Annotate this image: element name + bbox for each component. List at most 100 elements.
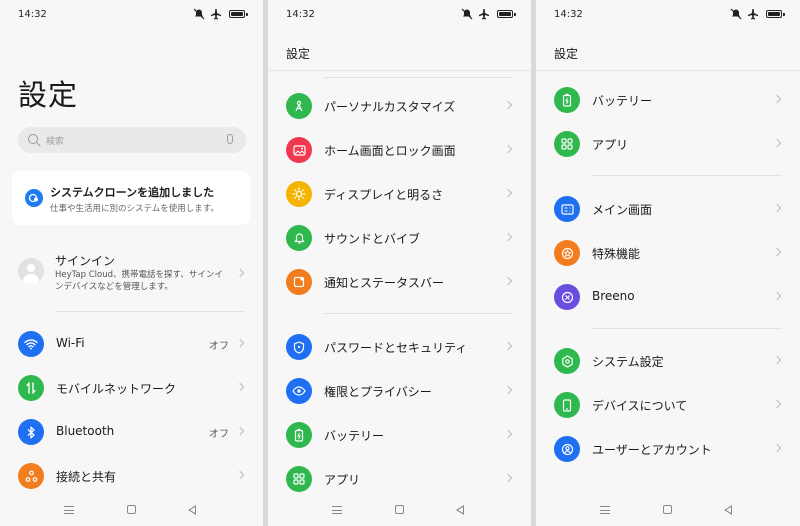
- item-label: 通知とステータスバー: [324, 276, 445, 290]
- settings-item-wifi[interactable]: Wi-Fi オフ: [0, 322, 263, 366]
- back-nav-icon[interactable]: [724, 505, 732, 515]
- system-clone-icon: [25, 189, 43, 207]
- settings-item-apps[interactable]: アプリ: [268, 457, 531, 501]
- chevron-right-icon: [774, 137, 782, 149]
- do-not-disturb-icon: [461, 8, 473, 20]
- item-value: オフ: [209, 341, 229, 352]
- status-time: 14:32: [286, 9, 315, 20]
- menu-nav-icon[interactable]: [64, 506, 74, 514]
- settings-item-battery[interactable]: バッテリー: [536, 78, 800, 122]
- item-label: メイン画面: [592, 203, 653, 217]
- header-divider: [536, 70, 800, 71]
- do-not-disturb-icon: [193, 8, 205, 20]
- status-bar: 14:32: [554, 8, 785, 24]
- settings-item-password-security[interactable]: パスワードとセキュリティ: [268, 325, 531, 369]
- item-label: アプリ: [592, 138, 629, 152]
- user-icon: [554, 436, 580, 462]
- back-nav-icon[interactable]: [456, 505, 464, 515]
- page-header: 設定: [554, 47, 579, 61]
- brightness-icon: [286, 181, 312, 207]
- navigation-bar: [536, 496, 800, 526]
- chevron-right-icon: [774, 442, 782, 454]
- settings-item-main-screen[interactable]: メイン画面: [536, 187, 800, 231]
- divider: [56, 311, 245, 312]
- signin-subtitle: HeyTap Cloud、携帯電話を探す、サインインデバイスなどを管理します。: [55, 270, 223, 292]
- chevron-right-icon: [774, 398, 782, 410]
- settings-item-notification-statusbar[interactable]: 通知とステータスバー: [268, 260, 531, 304]
- settings-item-bluetooth[interactable]: Bluetooth オフ: [0, 410, 263, 454]
- chevron-right-icon: [774, 202, 782, 214]
- wallpaper-icon: [286, 137, 312, 163]
- navigation-bar: [0, 496, 263, 526]
- settings-item-mobile-network[interactable]: モバイルネットワーク: [0, 366, 263, 410]
- bluetooth-icon: [18, 419, 44, 445]
- microphone-icon[interactable]: [227, 134, 233, 144]
- item-label: システム設定: [592, 355, 664, 369]
- settings-item-about-device[interactable]: デバイスについて: [536, 383, 800, 427]
- home-nav-icon[interactable]: [127, 505, 136, 514]
- signin-row[interactable]: サインイン HeyTap Cloud、携帯電話を探す、サインインデバイスなどを管…: [0, 247, 263, 297]
- airplane-mode-icon: [747, 8, 759, 20]
- home-nav-icon[interactable]: [663, 505, 672, 514]
- item-label: モバイルネットワーク: [56, 382, 177, 396]
- item-label: 特殊機能: [592, 247, 641, 261]
- battery-status-icon: [497, 10, 516, 18]
- main-screen-icon: [554, 196, 580, 222]
- chevron-right-icon: [774, 246, 782, 258]
- chevron-right-icon: [774, 93, 782, 105]
- menu-nav-icon[interactable]: [332, 506, 342, 514]
- item-label: パーソナルカスタマイズ: [324, 100, 456, 114]
- item-label: 権限とプライバシー: [324, 385, 432, 399]
- search-input[interactable]: 検索: [18, 127, 246, 153]
- chevron-right-icon: [505, 231, 513, 243]
- home-nav-icon[interactable]: [395, 505, 404, 514]
- item-label: Wi-Fi: [56, 336, 85, 350]
- chevron-right-icon: [505, 340, 513, 352]
- chevron-right-icon: [505, 472, 513, 484]
- settings-item-breeno[interactable]: Breeno: [536, 275, 800, 319]
- header-divider: [268, 70, 531, 71]
- chevron-right-icon: [237, 337, 245, 349]
- special-features-icon: [554, 240, 580, 266]
- settings-item-display-brightness[interactable]: ディスプレイと明るさ: [268, 172, 531, 216]
- share-icon: [18, 463, 44, 489]
- mobile-network-icon: [18, 375, 44, 401]
- search-placeholder: 検索: [46, 137, 65, 147]
- notification-icon: [286, 269, 312, 295]
- status-bar: 14:32: [286, 8, 516, 24]
- back-nav-icon[interactable]: [188, 505, 196, 515]
- divider: [324, 77, 513, 78]
- card-subtitle: 仕事や生活用に別のシステムを使用します。: [50, 204, 219, 214]
- status-time: 14:32: [554, 9, 583, 20]
- search-icon: [28, 134, 38, 144]
- settings-item-connection-sharing[interactable]: 接続と共有: [0, 454, 263, 498]
- divider: [324, 313, 513, 314]
- breeno-icon: [554, 284, 580, 310]
- item-label: バッテリー: [592, 94, 653, 108]
- item-label: アプリ: [324, 473, 361, 487]
- settings-item-home-lock-screen[interactable]: ホーム画面とロック画面: [268, 128, 531, 172]
- bell-icon: [286, 225, 312, 251]
- chevron-right-icon: [237, 267, 245, 279]
- settings-item-personal-customize[interactable]: パーソナルカスタマイズ: [268, 84, 531, 128]
- settings-item-system-settings[interactable]: システム設定: [536, 339, 800, 383]
- settings-item-battery[interactable]: バッテリー: [268, 413, 531, 457]
- item-label: 接続と共有: [56, 470, 117, 484]
- settings-item-permission-privacy[interactable]: 権限とプライバシー: [268, 369, 531, 413]
- item-label: Breeno: [592, 289, 635, 303]
- settings-item-apps[interactable]: アプリ: [536, 122, 800, 166]
- divider: [592, 328, 782, 329]
- system-clone-card[interactable]: システムクローンを追加しました 仕事や生活用に別のシステムを使用します。: [12, 171, 250, 225]
- item-label: ユーザーとアカウント: [592, 443, 712, 457]
- chevron-right-icon: [505, 143, 513, 155]
- card-title: システムクローンを追加しました: [50, 186, 215, 199]
- page-title: 設定: [18, 78, 79, 112]
- settings-item-users-accounts[interactable]: ユーザーとアカウント: [536, 427, 800, 471]
- settings-list-panel: 14:32 設定 パーソナルカスタマイズ ホーム画面とロック画面 ディスプレイと…: [268, 0, 531, 526]
- battery-status-icon: [229, 10, 248, 18]
- chevron-right-icon: [505, 384, 513, 396]
- settings-main-panel: 14:32 設定 検索 システムクローンを追加しました 仕事や生活用に別のシステ…: [0, 0, 263, 526]
- settings-item-sound-vibration[interactable]: サウンドとバイブ: [268, 216, 531, 260]
- menu-nav-icon[interactable]: [600, 506, 610, 514]
- settings-item-special-features[interactable]: 特殊機能: [536, 231, 800, 275]
